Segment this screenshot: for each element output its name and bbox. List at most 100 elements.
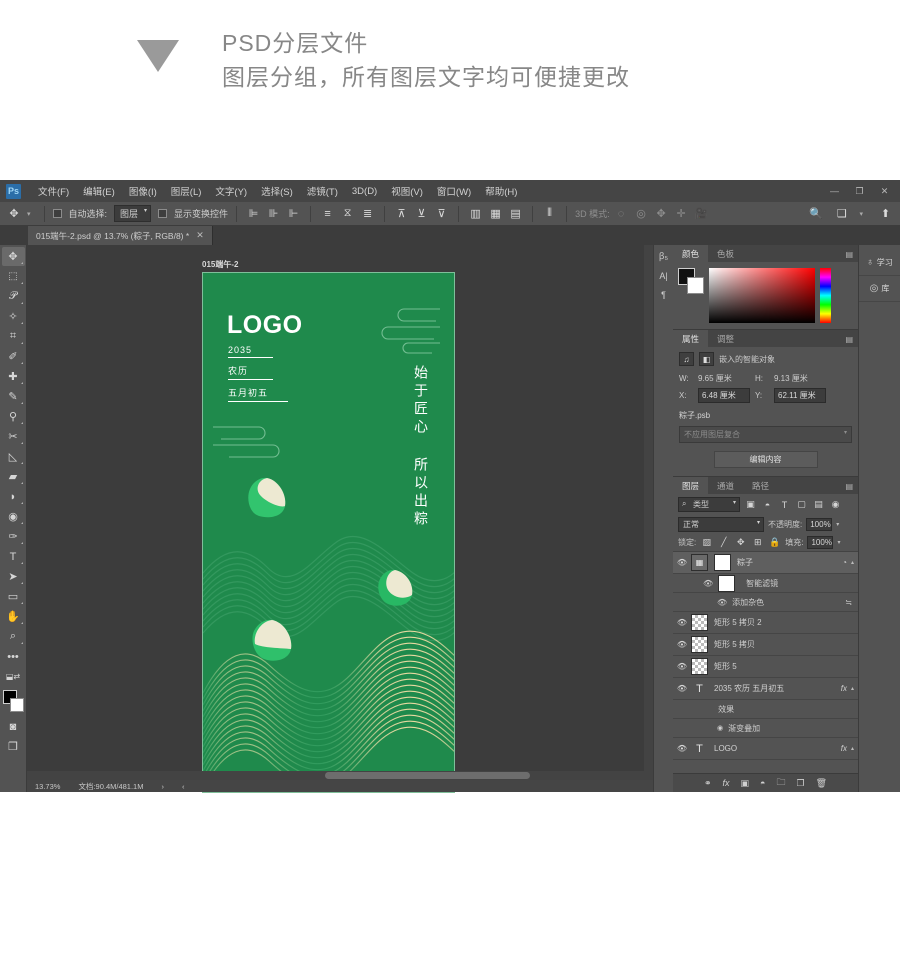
marquee-tool[interactable]: ⬚ — [2, 267, 25, 286]
gradient-tool[interactable]: ▰ — [2, 467, 25, 486]
layer-visibility-icon[interactable]: ◉ — [717, 724, 723, 732]
paragraph-panel-icon[interactable]: A| — [659, 271, 667, 281]
zoom-tool[interactable]: ⌕ — [2, 627, 25, 646]
eyedropper-tool[interactable]: ✐ — [2, 347, 25, 366]
distribute-horizontal-center-icon[interactable]: ▦ — [487, 205, 504, 222]
list-item[interactable]: ◉ 渐变叠加 — [673, 719, 858, 738]
blur-tool[interactable]: ◗ — [2, 487, 25, 506]
dodge-tool[interactable]: ◉ — [2, 507, 25, 526]
list-item[interactable]: 👁 效果 — [673, 700, 858, 719]
move-tool-icon[interactable]: ✥ — [4, 205, 24, 223]
color-panel-swatches[interactable] — [678, 268, 704, 294]
table-row[interactable]: 👁 ▦ 粽子 ◔ ▴ — [673, 552, 858, 574]
chevron-up-icon[interactable]: ▴ — [851, 745, 854, 752]
layer-visibility-icon[interactable]: 👁 — [673, 684, 691, 693]
distribute-vertical-center-icon[interactable]: ⊻ — [413, 205, 430, 222]
delete-layer-icon[interactable]: 🗑 — [816, 778, 827, 789]
fill-chevron-icon[interactable]: ▾ — [837, 539, 840, 546]
menu-item-window[interactable]: 窗口(W) — [430, 181, 478, 201]
align-top-edges-icon[interactable]: ≡ — [319, 205, 336, 222]
show-transform-checkbox[interactable] — [158, 209, 168, 218]
canvas-horizontal-scrollbar[interactable] — [27, 771, 653, 780]
3d-roll-icon[interactable]: ◎ — [633, 205, 650, 222]
background-color-swatch[interactable] — [687, 277, 704, 294]
tab-adjustments[interactable]: 调整 — [708, 330, 743, 347]
align-vertical-centers-icon[interactable]: ⧖ — [339, 205, 356, 222]
workspace-icon[interactable]: ❑ — [833, 205, 850, 222]
opacity-input[interactable]: 100% — [806, 518, 833, 531]
color-field[interactable] — [709, 268, 815, 323]
dock-item-libraries[interactable]: ◎ 库 — [859, 276, 900, 302]
pen-tool[interactable]: ✑ — [2, 527, 25, 546]
share-icon[interactable]: ⬆ — [877, 205, 894, 222]
panel-menu-icon[interactable]: ▤ — [845, 250, 853, 259]
layer-effects-icon[interactable]: fx — [837, 684, 847, 693]
tab-color[interactable]: 颜色 — [673, 245, 709, 262]
fill-input[interactable]: 100% — [807, 536, 834, 549]
menu-item-file[interactable]: 文件(F) — [31, 181, 76, 201]
tab-layers[interactable]: 图层 — [673, 477, 709, 494]
filter-adjustment-icon[interactable]: ◓ — [761, 500, 774, 510]
tab-paths[interactable]: 路径 — [743, 477, 778, 494]
table-row[interactable]: 👁 T 2035 农历 五月初五 fx ▴ — [673, 678, 858, 700]
table-row[interactable]: 👁 矩形 5 拷贝 2 — [673, 612, 858, 634]
align-right-edges-icon[interactable]: ⊩ — [285, 205, 302, 222]
clone-stamp-tool[interactable]: ⚲ — [2, 407, 25, 426]
panel-menu-icon[interactable]: ▤ — [845, 335, 853, 344]
edit-contents-button[interactable]: 编辑内容 — [713, 451, 818, 468]
close-button[interactable]: ✕ — [873, 183, 896, 199]
filter-shape-icon[interactable]: ▢ — [795, 499, 808, 510]
tab-swatches[interactable]: 色板 — [708, 245, 743, 262]
list-item[interactable]: 👁 智能滤镜 — [673, 574, 858, 593]
layer-visibility-icon[interactable]: 👁 — [673, 558, 691, 567]
filter-toggle-icon[interactable]: ◉ — [829, 499, 842, 510]
blend-mode-dropdown[interactable]: 正常 ▾ — [678, 517, 764, 532]
fx-icon[interactable]: fx — [723, 778, 730, 788]
link-layers-icon[interactable]: ⚭ — [704, 778, 712, 789]
3d-camera-icon[interactable]: 🎥 — [693, 205, 710, 222]
chevron-down-icon[interactable]: ▾ — [859, 210, 863, 218]
3d-pan-icon[interactable]: ✥ — [653, 205, 670, 222]
zoom-level[interactable]: 13.73% — [35, 782, 60, 791]
tab-channels[interactable]: 通道 — [708, 477, 743, 494]
distribute-left-icon[interactable]: ▥ — [467, 205, 484, 222]
canvas-vertical-scrollbar[interactable] — [644, 245, 653, 780]
menu-item-edit[interactable]: 编辑(E) — [76, 181, 122, 201]
lock-transparency-icon[interactable]: ▨ — [700, 537, 713, 548]
chevron-up-icon[interactable]: ▴ — [851, 685, 854, 692]
menu-item-filter[interactable]: 滤镜(T) — [300, 181, 345, 201]
table-row[interactable]: 👁 矩形 5 拷贝 — [673, 634, 858, 656]
x-input[interactable]: 6.48 厘米 — [698, 388, 750, 403]
distribute-right-icon[interactable]: ▤ — [507, 205, 524, 222]
crop-tool[interactable]: ⌗ — [2, 327, 25, 346]
minimize-button[interactable]: — — [823, 183, 846, 199]
new-group-icon[interactable]: 🗀 — [776, 775, 785, 791]
menu-item-view[interactable]: 视图(V) — [384, 181, 430, 201]
layer-visibility-icon[interactable]: 👁 — [673, 744, 691, 753]
quick-mask-toggle[interactable]: ◙ — [2, 717, 25, 736]
add-mask-icon[interactable]: ▣ — [741, 778, 750, 789]
lock-position-icon[interactable]: ✥ — [734, 537, 747, 548]
hue-slider[interactable] — [820, 268, 831, 323]
background-color-swatch[interactable] — [9, 698, 24, 712]
lock-nesting-icon[interactable]: ⊞ — [751, 537, 764, 548]
auto-select-dropdown[interactable]: 图层 ▾ — [114, 205, 152, 222]
distribute-spacing-icon[interactable]: ⦀ — [541, 205, 558, 222]
3d-slide-icon[interactable]: ✛ — [673, 205, 690, 222]
layer-visibility-icon[interactable]: 👁 — [673, 640, 691, 649]
menu-item-3d[interactable]: 3D(D) — [345, 183, 384, 200]
hand-tool[interactable]: ✋ — [2, 607, 25, 626]
panel-menu-icon[interactable]: ▤ — [845, 482, 853, 491]
menu-item-select[interactable]: 选择(S) — [254, 181, 300, 201]
move-tool[interactable]: ✥ — [1, 247, 25, 266]
path-selection-tool[interactable]: ➤ — [2, 567, 25, 586]
layer-visibility-icon[interactable]: 👁 — [673, 618, 691, 627]
layer-list[interactable]: 👁 ▦ 粽子 ◔ ▴ 👁 智能滤镜 👁 添加杂色 ≒ 👁 矩形 5 拷贝 2 👁… — [673, 551, 858, 773]
search-icon[interactable]: 🔍 — [807, 205, 824, 222]
lasso-tool[interactable]: 𝒫 — [2, 287, 25, 306]
menu-item-layer[interactable]: 图层(L) — [164, 181, 209, 201]
healing-brush-tool[interactable]: ✚ — [2, 367, 25, 386]
layer-filter-dropdown[interactable]: ⌕ 类型 ▾ — [678, 497, 740, 512]
table-row[interactable]: 👁 矩形 5 — [673, 656, 858, 678]
filter-smart-object-icon[interactable]: ▤ — [812, 499, 825, 510]
